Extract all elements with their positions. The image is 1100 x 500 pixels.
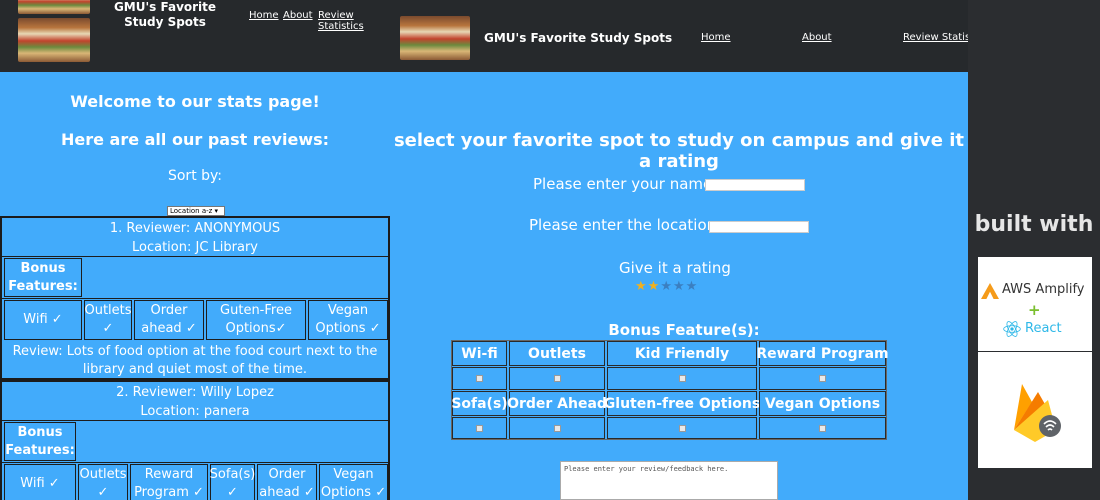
checkbox-icon[interactable]	[678, 375, 686, 382]
brand-title: GMU's Favorite Study Spots	[484, 31, 673, 45]
built-with-panel: built with AWS Amplify + React	[968, 0, 1100, 500]
aws-amplify-logo	[981, 283, 999, 299]
review-textarea[interactable]: Please enter your review/feedback here.	[560, 461, 778, 500]
star-icon[interactable]: ★	[673, 279, 686, 294]
location-input[interactable]	[709, 221, 809, 233]
aws-react-card: AWS Amplify + React	[978, 257, 1092, 351]
books-logo[interactable]	[18, 18, 90, 62]
firebase-logo	[1014, 384, 1061, 442]
review-card: 1. Reviewer: ANONYMOUS Location: JC Libr…	[0, 216, 390, 380]
feature-sofas: Sofa(s) ✓	[210, 464, 255, 500]
books-logo-top	[18, 0, 90, 14]
rating-form-panel: GMU's Favorite Study Spots Home About Re…	[390, 0, 968, 500]
books-logo[interactable]	[400, 16, 470, 60]
nav-review-statistics-link[interactable]: Review Statistics	[903, 32, 968, 43]
feature-wifi: Wifi ✓	[4, 300, 82, 340]
checkbox-icon[interactable]	[476, 375, 483, 382]
stats-page-panel: GMU's Favorite Study Spots Home About Re…	[0, 0, 390, 500]
feature-header-order-ahead: Order Ahead	[507, 391, 607, 416]
checkbox-icon[interactable]	[553, 375, 561, 382]
checkbox-icon[interactable]	[819, 424, 826, 432]
checkbox-reward-program[interactable]	[759, 367, 886, 390]
aws-amplify-label: AWS Amplify	[1002, 282, 1085, 297]
sort-by-label: Sort by:	[167, 168, 223, 184]
feature-outlets: Outlets ✓	[78, 464, 128, 500]
feature-header-kid-friendly: Kid Friendly	[607, 341, 757, 366]
checkbox-order-ahead[interactable]	[509, 417, 605, 439]
react-label: React	[1025, 321, 1062, 336]
review-card: 2. Reviewer: Willy Lopez Location: paner…	[0, 380, 390, 500]
feature-vegan: Vegan Options ✓	[308, 300, 388, 340]
checkbox-icon[interactable]	[819, 375, 826, 382]
bonus-features-table: Wi-fi Outlets Kid Friendly Reward Progra…	[451, 340, 889, 440]
navbar: GMU's Favorite Study Spots Home About Re…	[390, 0, 968, 72]
location-label: Please enter the location:	[529, 216, 722, 234]
checkbox-icon[interactable]	[553, 424, 561, 432]
nav-about-link[interactable]: About	[283, 10, 313, 21]
bonus-features-label: Bonus Features:	[4, 258, 82, 297]
feature-vegan: Vegan Options ✓	[319, 464, 388, 500]
checkbox-icon[interactable]	[476, 424, 483, 432]
checkbox-wifi[interactable]	[452, 367, 507, 390]
checkbox-gluten-free[interactable]	[607, 417, 757, 439]
checkbox-vegan[interactable]	[759, 417, 886, 439]
welcome-heading: Welcome to our stats page!	[70, 92, 320, 111]
brand-title: GMU's Favorite Study Spots	[113, 0, 217, 29]
star-rating[interactable]: ★★★★★	[635, 279, 698, 294]
rating-label: Give it a rating	[619, 259, 731, 277]
feature-outlets: Outlets ✓	[84, 300, 132, 340]
nav-about-link[interactable]: About	[802, 32, 832, 43]
bonus-features-heading: Bonus Feature(s):	[608, 321, 760, 339]
star-icon[interactable]: ★	[660, 279, 673, 294]
reviewer-name: 2. Reviewer: Willy Lopez	[116, 385, 274, 400]
review-text: Review: Lots of food option at the food …	[12, 344, 378, 377]
name-label: Please enter your name:	[533, 175, 718, 193]
feature-header-wifi: Wi-fi	[452, 341, 507, 366]
bonus-features-label: Bonus Features:	[4, 422, 76, 461]
past-reviews-heading: Here are all our past reviews:	[60, 130, 330, 149]
feature-header-sofas: Sofa(s)	[451, 391, 508, 416]
reviewer-name: 1. Reviewer: ANONYMOUS	[109, 221, 281, 236]
feature-header-gluten-free: Gluten-free Options	[604, 391, 760, 416]
react-logo	[1003, 321, 1021, 337]
plus-icon: +	[1028, 301, 1041, 319]
checkbox-sofas[interactable]	[452, 417, 507, 439]
feature-header-vegan: Vegan Options	[759, 391, 886, 416]
review-location: Location: JC Library	[132, 240, 258, 255]
feature-order-ahead: Order ahead ✓	[134, 300, 204, 340]
stats-content: Welcome to our stats page! Here are all …	[0, 72, 390, 500]
star-icon[interactable]: ★	[635, 279, 648, 294]
feature-order-ahead: Order ahead ✓	[257, 464, 317, 500]
nav-home-link[interactable]: Home	[701, 32, 731, 43]
form-heading: select your favorite spot to study on ca…	[393, 130, 965, 172]
nav-review-statistics-link[interactable]: Review Statistics	[318, 10, 390, 32]
checkbox-icon[interactable]	[678, 424, 686, 432]
sort-select[interactable]: Location a-z ▾	[167, 206, 225, 216]
feature-wifi: Wifi ✓	[4, 464, 76, 500]
star-icon[interactable]: ★	[648, 279, 661, 294]
feature-gluten-free: Guten-Free Options✓	[206, 300, 306, 340]
navbar: GMU's Favorite Study Spots Home About Re…	[0, 0, 390, 72]
firebase-card	[978, 352, 1092, 468]
review-location: Location: panera	[140, 404, 250, 419]
feature-reward-program: Reward Program ✓	[130, 464, 208, 500]
checkbox-outlets[interactable]	[509, 367, 605, 390]
feature-header-reward-program: Reward Program	[756, 341, 889, 366]
checkbox-kid-friendly[interactable]	[607, 367, 757, 390]
built-with-heading: built with	[974, 212, 1094, 237]
feature-header-outlets: Outlets	[509, 341, 605, 366]
name-input[interactable]	[705, 179, 805, 191]
nav-home-link[interactable]: Home	[249, 10, 279, 21]
star-icon[interactable]: ★	[686, 279, 699, 294]
